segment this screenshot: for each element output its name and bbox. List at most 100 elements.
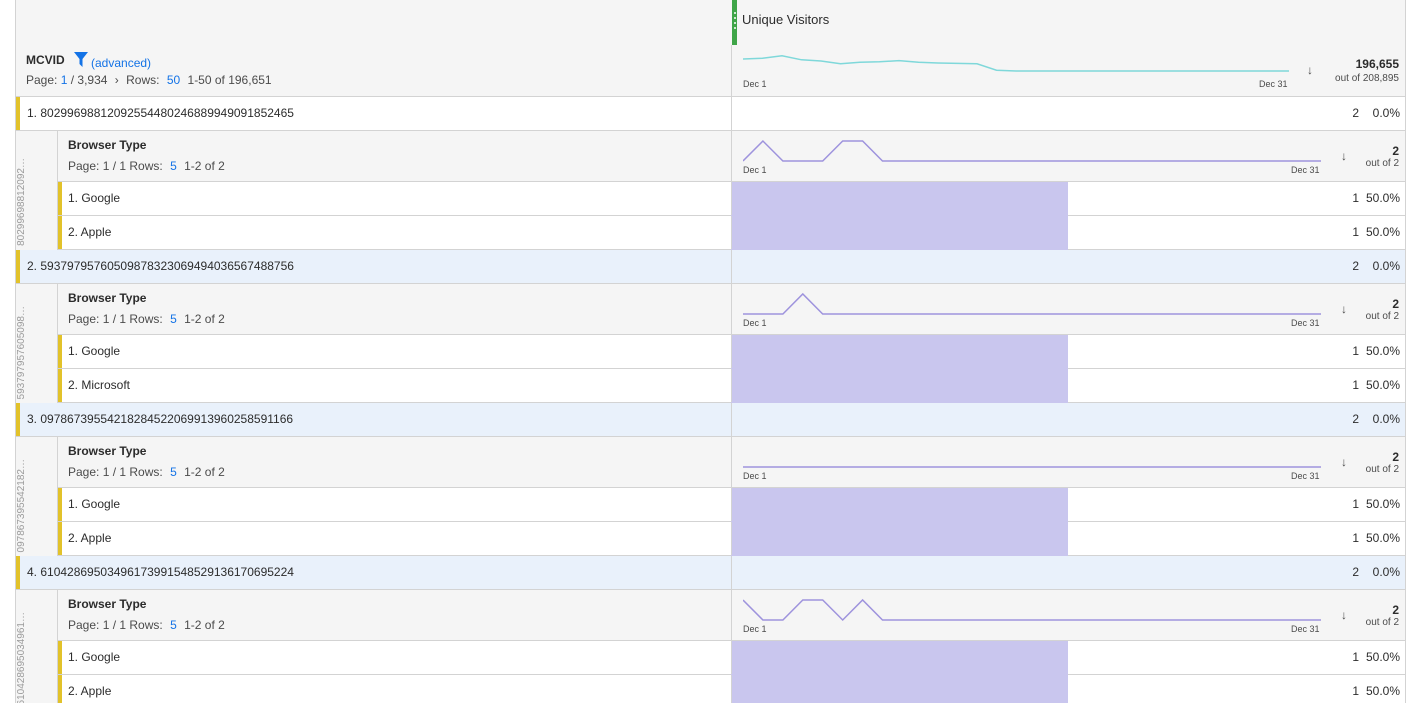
breakdown-dimension-name[interactable]: Browser Type — [68, 444, 146, 458]
breakdown-percent: 50.0% — [1365, 378, 1400, 392]
breakdown-parent-label: 80299698812092… — [16, 158, 27, 246]
breakdown-page-info: Page: 1 / 1 Rows: — [68, 312, 163, 326]
metric-column-header[interactable]: Unique Visitors — [16, 0, 1405, 46]
breakdown-percent: 50.0% — [1365, 225, 1400, 239]
sparkline-path — [743, 292, 1321, 315]
breakdown-item-label[interactable]: 1. Google — [68, 650, 120, 664]
rows-label: Rows: — [126, 73, 160, 87]
mcvid-label[interactable]: 4. 6104286950349617399154852913617069522… — [27, 565, 294, 579]
breakdown-page-info: Page: 1 / 1 Rows: — [68, 618, 163, 632]
breakdown-sidebar[interactable]: 097867395542182… — [16, 437, 58, 556]
mcvid-label[interactable]: 1. 8029969881209255448024688994909185246… — [27, 106, 294, 120]
mcvid-row[interactable]: 4. 6104286950349617399154852913617069522… — [16, 556, 1405, 590]
breakdown-row[interactable]: 2. Microsoft 1 50.0% — [58, 369, 1405, 403]
sparkline-path — [743, 598, 1321, 622]
breakdown-row[interactable]: 2. Apple 1 50.0% — [58, 675, 1405, 703]
breakdown-item-label[interactable]: 1. Google — [68, 191, 120, 205]
row-value: 2 — [1352, 259, 1359, 273]
column-divider — [731, 45, 732, 96]
breakdown-row[interactable]: 2. Apple 1 50.0% — [58, 216, 1405, 250]
breakdown-pagination: Page: 1 / 1 Rows: 5 1-2 of 2 — [68, 159, 225, 173]
breakdown-row[interactable]: 1. Google 1 50.0% — [58, 182, 1405, 216]
row-accent — [58, 675, 62, 703]
breakdown-row[interactable]: 2. Apple 1 50.0% — [58, 522, 1405, 556]
column-divider — [731, 522, 732, 555]
sparkline-start-label: Dec 1 — [743, 79, 767, 89]
mcvid-row[interactable]: 1. 8029969881209255448024688994909185246… — [16, 97, 1405, 131]
sort-down-arrow-icon[interactable]: ↓ — [1307, 63, 1313, 77]
mcvid-row[interactable]: 3. 0978673955421828452206991396025859116… — [16, 403, 1405, 437]
dimension-name[interactable]: MCVID — [26, 53, 65, 67]
mcvid-row[interactable]: 2. 5937979576050987832306949403656748875… — [16, 250, 1405, 284]
breakdown-row[interactable]: 1. Google 1 50.0% — [58, 641, 1405, 675]
column-drag-handle[interactable] — [732, 0, 737, 45]
value-bar — [731, 369, 1068, 403]
breakdown-range: 1-2 of 2 — [184, 312, 225, 326]
filter-icon[interactable] — [74, 52, 88, 68]
value-bar — [731, 522, 1068, 556]
breakdown-value: 1 — [1352, 191, 1359, 205]
mcvid-label[interactable]: 3. 0978673955421828452206991396025859116… — [27, 412, 293, 426]
breakdown-range: 1-2 of 2 — [184, 465, 225, 479]
breakdown-dimension-name[interactable]: Browser Type — [68, 291, 146, 305]
value-bar — [731, 216, 1068, 250]
breakdown-page-info: Page: 1 / 1 Rows: — [68, 159, 163, 173]
sort-down-arrow-icon[interactable]: ↓ — [1341, 455, 1347, 469]
breakdown-dimension-name[interactable]: Browser Type — [68, 138, 146, 152]
breakdown-item-label[interactable]: 2. Microsoft — [68, 378, 130, 392]
sparkline-end-label: Dec 31 — [1291, 471, 1320, 481]
next-page-chevron-icon[interactable]: › — [115, 73, 119, 87]
sparkline-mcvid — [743, 55, 1289, 72]
breakdown-sidebar[interactable]: 610428695034961… — [16, 590, 58, 703]
breakdown-sparkline — [743, 598, 1321, 622]
breakdown-item-label[interactable]: 2. Apple — [68, 225, 111, 239]
breakdown-rows-select[interactable]: 5 — [170, 465, 177, 479]
breakdown-item-label[interactable]: 2. Apple — [68, 531, 111, 545]
breakdown-rows-select[interactable]: 5 — [170, 618, 177, 632]
row-percent: 0.0% — [1372, 412, 1400, 426]
row-value: 2 — [1352, 106, 1359, 120]
breakdown-pagination: Page: 1 / 1 Rows: 5 1-2 of 2 — [68, 618, 225, 632]
advanced-filter-link[interactable]: (advanced) — [91, 56, 151, 70]
column-divider — [731, 437, 732, 487]
row-accent — [16, 403, 20, 436]
breakdown-rows-select[interactable]: 5 — [170, 159, 177, 173]
breakdown-item-label[interactable]: 1. Google — [68, 344, 120, 358]
sparkline-path — [743, 55, 1289, 72]
column-divider — [731, 216, 732, 249]
breakdown-value: 1 — [1352, 497, 1359, 511]
sort-down-arrow-icon[interactable]: ↓ — [1341, 302, 1347, 316]
sparkline-start-label: Dec 1 — [743, 318, 767, 328]
breakdown-rows-select[interactable]: 5 — [170, 312, 177, 326]
page-label: Page: — [26, 73, 58, 87]
row-accent — [58, 641, 62, 674]
row-accent — [58, 369, 62, 402]
breakdown-item-label[interactable]: 2. Apple — [68, 684, 111, 698]
breakdown-item-label[interactable]: 1. Google — [68, 497, 120, 511]
breakdown-value: 1 — [1352, 225, 1359, 239]
sparkline-start-label: Dec 1 — [743, 624, 767, 634]
breakdown-sidebar[interactable]: 593797957605098… — [16, 284, 58, 403]
sort-down-arrow-icon[interactable]: ↓ — [1341, 149, 1347, 163]
breakdown-percent: 50.0% — [1365, 531, 1400, 545]
breakdown-percent: 50.0% — [1365, 650, 1400, 664]
breakdown-row[interactable]: 1. Google 1 50.0% — [58, 488, 1405, 522]
breakdown-sidebar[interactable]: 80299698812092… — [16, 131, 58, 250]
sparkline-end-label: Dec 31 — [1291, 624, 1320, 634]
breakdown-dimension-name[interactable]: Browser Type — [68, 597, 146, 611]
sparkline-end-label: Dec 31 — [1291, 318, 1320, 328]
breakdown-total: 2 — [1392, 603, 1399, 617]
breakdown-header: Browser Type Page: 1 / 1 Rows: 5 1-2 of … — [58, 437, 1405, 488]
mcvid-label[interactable]: 2. 5937979576050987832306949403656748875… — [27, 259, 294, 273]
breakdown-row[interactable]: 1. Google 1 50.0% — [58, 335, 1405, 369]
row-accent — [58, 488, 62, 521]
column-divider — [731, 641, 732, 674]
row-accent — [16, 250, 20, 283]
column-divider — [731, 284, 732, 334]
breakdown-range: 1-2 of 2 — [184, 159, 225, 173]
dimension-header-mcvid: MCVID (advanced) Page: 1 / 3,934 › Rows:… — [16, 45, 1405, 97]
page-current-input[interactable]: 1 — [61, 73, 68, 87]
breakdown-header: Browser Type Page: 1 / 1 Rows: 5 1-2 of … — [58, 284, 1405, 335]
rows-per-page-select[interactable]: 50 — [167, 73, 180, 87]
sort-down-arrow-icon[interactable]: ↓ — [1341, 608, 1347, 622]
